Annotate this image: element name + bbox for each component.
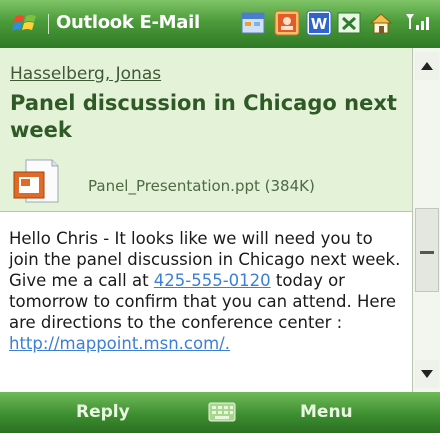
menu-softkey[interactable]: Menu [300,402,353,422]
windows-start-icon[interactable] [12,11,38,35]
excel-icon[interactable] [336,10,362,36]
powerpoint-file-icon[interactable] [12,158,60,204]
attachment-link[interactable]: Panel_Presentation.ppt (384K) [88,177,315,195]
directions-link[interactable]: http://mappoint.msn.com/. [9,334,230,353]
signal-icon[interactable] [404,10,440,36]
title-separator [48,14,49,34]
title-bar: Outlook E-Mail W [0,0,440,48]
vertical-scrollbar[interactable] [412,48,440,392]
reply-softkey[interactable]: Reply [76,402,130,422]
scroll-thumb[interactable] [415,208,439,292]
calendar-icon[interactable] [240,10,266,36]
sender-name[interactable]: Hasselberg, Jonas [10,64,161,84]
phone-link[interactable]: 425-555-0120 [154,271,271,290]
word-icon[interactable]: W [306,10,332,36]
home-icon[interactable] [368,10,394,36]
message-subject: Panel discussion in Chicago next week [10,91,397,142]
svg-text:W: W [311,15,328,33]
header-divider [0,211,412,212]
scroll-up-arrow-icon[interactable] [415,52,439,80]
message-body: Hello Chris - It looks like we will need… [9,228,407,354]
scroll-down-arrow-icon[interactable] [415,360,439,388]
contacts-icon[interactable] [274,10,300,36]
app-title: Outlook E-Mail [56,12,200,33]
outlook-email-screen: Outlook E-Mail W Hasselberg, Jonas Panel… [0,0,440,433]
keyboard-icon[interactable] [208,400,236,424]
